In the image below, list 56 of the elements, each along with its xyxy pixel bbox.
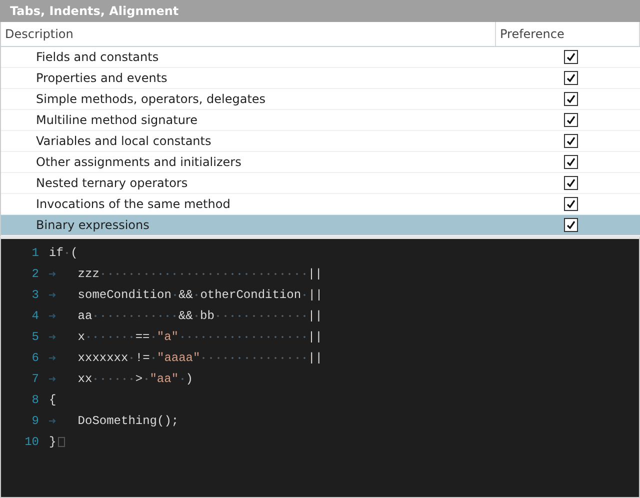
option-row[interactable]: Properties and events	[1, 68, 640, 89]
checkbox[interactable]	[564, 155, 578, 169]
code-text: ||	[207, 350, 322, 364]
code-text: {	[49, 392, 56, 406]
line-number: 7	[30, 372, 40, 386]
option-row[interactable]: Other assignments and initializers	[1, 152, 640, 173]
option-row[interactable]: Multiline method signature	[1, 110, 640, 131]
option-label: Properties and events	[35, 70, 168, 87]
code-text: if (	[49, 246, 78, 260]
code-text: xxxxxxx !=	[78, 350, 150, 364]
option-label: Other assignments and initializers	[35, 154, 242, 171]
checkbox[interactable]	[564, 176, 578, 190]
checkbox[interactable]	[564, 113, 578, 127]
option-row[interactable]: Binary expressions	[1, 215, 640, 236]
code-text: zzz ||	[78, 266, 322, 280]
string-literal: "aaaa"	[157, 350, 200, 364]
checkbox[interactable]	[564, 92, 578, 106]
code-text: aa && bb ||	[78, 308, 322, 322]
checkbox[interactable]	[564, 71, 578, 85]
option-label: Simple methods, operators, delegates	[35, 91, 267, 108]
option-row[interactable]: Variables and local constants	[1, 131, 640, 152]
option-label: Fields and constants	[35, 49, 160, 66]
column-header[interactable]: Preference	[496, 22, 640, 46]
code-text: x ==	[78, 330, 150, 344]
checkbox[interactable]	[564, 134, 578, 148]
checkbox[interactable]	[564, 218, 578, 232]
code-text: ||	[186, 330, 322, 344]
line-number: 4	[30, 308, 40, 322]
line-number: 3	[30, 288, 40, 302]
line-number: 1	[30, 246, 40, 260]
code-text: someCondition && otherCondition ||	[78, 288, 323, 302]
code-text: )	[186, 372, 193, 386]
code-text: xx >	[78, 372, 143, 386]
checkbox[interactable]	[564, 197, 578, 211]
option-label: Invocations of the same method	[35, 196, 232, 213]
option-label: Nested ternary operators	[35, 175, 189, 192]
column-header[interactable]: Description	[1, 22, 496, 46]
string-literal: "aa"	[150, 372, 179, 386]
option-row[interactable]: Fields and constants	[1, 47, 640, 68]
line-number: 5	[30, 330, 40, 344]
option-label: Multiline method signature	[35, 112, 198, 129]
line-number: 8	[30, 392, 40, 406]
string-literal: "a"	[156, 330, 179, 344]
code-text: DoSomething();	[78, 414, 179, 428]
line-number: 6	[30, 350, 40, 364]
line-number: 2	[30, 266, 40, 280]
line-number: 10	[24, 434, 40, 448]
option-row[interactable]: Nested ternary operators	[1, 173, 640, 194]
code-text: }	[49, 434, 56, 448]
option-row[interactable]: Invocations of the same method	[1, 194, 640, 215]
line-number: 9	[30, 414, 40, 428]
option-label: Binary expressions	[35, 217, 150, 234]
checkbox[interactable]	[564, 50, 578, 64]
option-label: Variables and local constants	[35, 133, 212, 150]
option-row[interactable]: Simple methods, operators, delegates	[1, 89, 640, 110]
panel-title: Tabs, Indents, Alignment	[0, 0, 640, 22]
